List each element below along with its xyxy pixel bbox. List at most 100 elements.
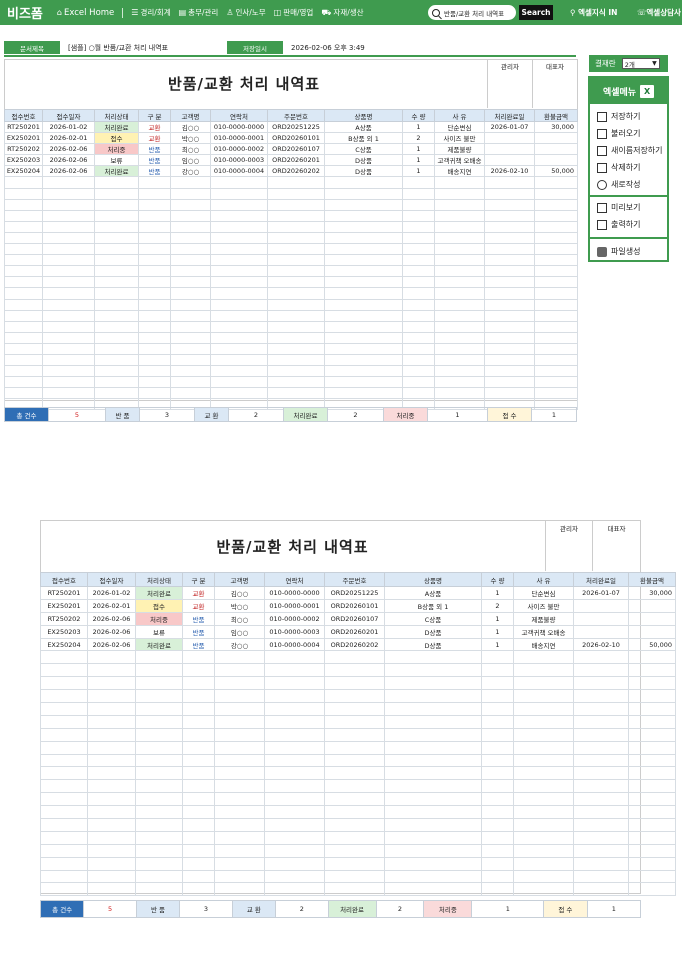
table-cell[interactable] xyxy=(42,265,95,278)
table-cell[interactable] xyxy=(384,805,482,820)
table-cell[interactable] xyxy=(87,805,136,820)
table-cell[interactable] xyxy=(484,254,535,267)
table-cell[interactable] xyxy=(573,714,629,729)
table-cell[interactable] xyxy=(434,231,485,245)
table-cell[interactable] xyxy=(402,320,435,333)
table-cell[interactable] xyxy=(484,198,535,211)
table-cell[interactable] xyxy=(87,830,136,845)
table-cell[interactable] xyxy=(267,209,325,222)
table-cell[interactable] xyxy=(264,689,325,704)
table-cell[interactable]: ORD20260107 xyxy=(324,611,385,626)
table-cell[interactable] xyxy=(210,198,268,211)
table-cell[interactable] xyxy=(267,298,325,311)
table-cell[interactable] xyxy=(324,818,385,832)
table-cell[interactable]: A상품 xyxy=(384,586,482,600)
table-cell[interactable] xyxy=(87,818,136,832)
table-cell[interactable] xyxy=(40,663,88,678)
table-cell[interactable] xyxy=(513,650,574,665)
table-cell[interactable]: 박○○ xyxy=(214,598,265,613)
table-cell[interactable] xyxy=(135,856,183,871)
table-cell[interactable] xyxy=(402,176,435,189)
table-cell[interactable]: 배송지연 xyxy=(434,165,485,178)
nav-item-hr[interactable]: ♙ 인사/노무 xyxy=(226,7,265,18)
table-cell[interactable] xyxy=(402,220,435,233)
table-cell[interactable] xyxy=(135,753,183,768)
table-cell[interactable] xyxy=(214,779,265,794)
table-cell[interactable] xyxy=(402,365,435,378)
table-cell[interactable] xyxy=(214,663,265,678)
table-cell[interactable] xyxy=(484,309,535,322)
table-cell[interactable] xyxy=(214,766,265,781)
table-cell[interactable] xyxy=(534,265,578,278)
table-cell[interactable]: 1 xyxy=(402,143,435,156)
table-cell[interactable] xyxy=(267,320,325,333)
table-cell[interactable] xyxy=(481,753,514,768)
table-cell[interactable] xyxy=(94,176,139,189)
table-cell[interactable] xyxy=(40,650,88,665)
table-cell[interactable] xyxy=(481,882,514,897)
table-cell[interactable] xyxy=(214,843,265,858)
table-cell[interactable] xyxy=(481,650,514,665)
table-cell[interactable] xyxy=(434,220,485,233)
table-cell[interactable] xyxy=(324,176,403,189)
table-cell[interactable] xyxy=(170,298,211,311)
table-cell[interactable] xyxy=(513,792,574,807)
table-cell[interactable]: RT250202 xyxy=(40,611,88,626)
table-cell[interactable] xyxy=(135,869,183,884)
table-cell[interactable]: 2026-02-06 xyxy=(42,165,95,178)
table-cell[interactable] xyxy=(138,331,171,344)
table-cell[interactable]: 010-0000-0003 xyxy=(264,624,325,639)
table-cell[interactable] xyxy=(573,843,629,858)
table-cell[interactable]: 제품불량 xyxy=(434,143,485,156)
table-cell[interactable] xyxy=(384,869,482,884)
nav-excel-home[interactable]: ⌂ Excel Home xyxy=(57,8,114,18)
table-cell[interactable] xyxy=(94,309,139,322)
table-cell[interactable]: 처리완료 xyxy=(135,637,183,652)
table-cell[interactable] xyxy=(324,869,385,884)
table-cell[interactable] xyxy=(135,702,183,716)
table-cell[interactable] xyxy=(484,231,535,245)
table-cell[interactable] xyxy=(170,187,211,200)
table-cell[interactable] xyxy=(484,220,535,233)
table-cell[interactable] xyxy=(4,320,43,333)
table-cell[interactable] xyxy=(87,779,136,794)
table-cell[interactable] xyxy=(267,365,325,378)
table-cell[interactable] xyxy=(324,792,385,807)
table-cell[interactable] xyxy=(484,209,535,222)
table-cell[interactable] xyxy=(384,727,482,742)
table-cell[interactable] xyxy=(138,320,171,333)
table-cell[interactable] xyxy=(267,243,325,256)
table-cell[interactable] xyxy=(434,320,485,333)
table-cell[interactable] xyxy=(628,598,676,613)
table-cell[interactable] xyxy=(402,231,435,245)
table-cell[interactable] xyxy=(42,287,95,300)
table-cell[interactable]: 최○○ xyxy=(170,143,211,156)
nav-item-production[interactable]: ⛟ 자재/생산 xyxy=(321,7,363,18)
table-cell[interactable] xyxy=(42,331,95,344)
table-cell[interactable] xyxy=(267,376,325,389)
table-cell[interactable] xyxy=(628,818,676,832)
table-cell[interactable] xyxy=(324,702,385,716)
table-cell[interactable] xyxy=(324,198,403,211)
table-cell[interactable] xyxy=(573,856,629,871)
table-cell[interactable]: 처리중 xyxy=(135,611,183,626)
table-cell[interactable] xyxy=(484,298,535,311)
table-cell[interactable] xyxy=(182,818,215,832)
table-cell[interactable]: 반품 xyxy=(138,154,171,167)
table-cell[interactable] xyxy=(434,209,485,222)
table-cell[interactable] xyxy=(513,779,574,794)
table-cell[interactable] xyxy=(40,766,88,781)
table-cell[interactable] xyxy=(573,727,629,742)
table-cell[interactable] xyxy=(182,650,215,665)
table-cell[interactable] xyxy=(434,365,485,378)
table-cell[interactable] xyxy=(513,869,574,884)
table-cell[interactable]: 김○○ xyxy=(214,586,265,600)
table-cell[interactable] xyxy=(484,387,535,400)
table-cell[interactable]: 반품 xyxy=(138,165,171,178)
table-cell[interactable] xyxy=(534,387,578,400)
table-cell[interactable] xyxy=(513,676,574,691)
table-cell[interactable] xyxy=(87,663,136,678)
table-cell[interactable] xyxy=(42,254,95,267)
table-cell[interactable] xyxy=(210,220,268,233)
table-cell[interactable]: 반품 xyxy=(138,143,171,156)
